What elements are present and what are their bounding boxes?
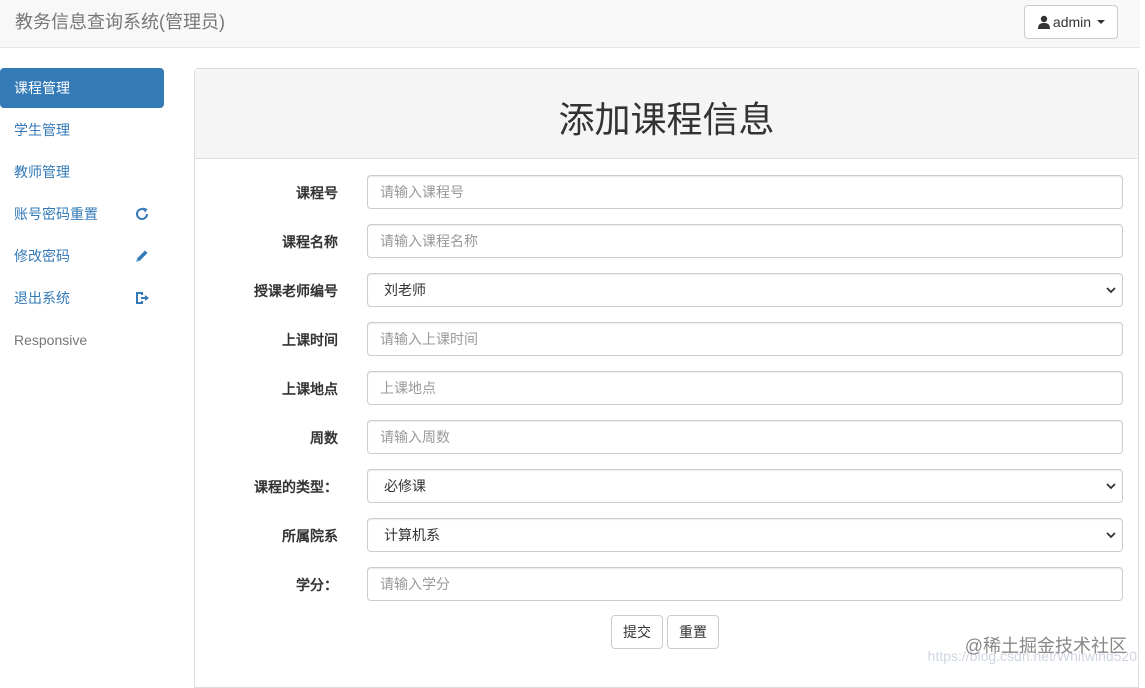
course-id-label: 课程号: [296, 185, 338, 201]
caret-down-icon: [1097, 20, 1106, 24]
form-row-class-location: 上课地点: [195, 371, 1140, 405]
sidebar-item-label: 账号密码重置: [14, 206, 98, 222]
sidebar-item-logout[interactable]: 退出系统: [0, 278, 164, 318]
credits-input[interactable]: [367, 567, 1123, 601]
class-location-label: 上课地点: [282, 381, 338, 397]
refresh-icon: [136, 207, 149, 220]
weeks-input[interactable]: [367, 420, 1123, 454]
sidebar-item-responsive[interactable]: Responsive: [0, 320, 164, 360]
chevron-down-icon: [1106, 483, 1116, 490]
sidebar-item-label: 退出系统: [14, 290, 70, 306]
sidebar-item-password-reset[interactable]: 账号密码重置: [0, 194, 164, 234]
user-icon: [1037, 15, 1050, 29]
sidebar-item-label: Responsive: [14, 332, 88, 348]
sidebar-item-change-password[interactable]: 修改密码: [0, 236, 164, 276]
sidebar-item-label: 学生管理: [14, 122, 70, 138]
department-select[interactable]: 计算机系: [367, 518, 1123, 552]
logout-icon: [136, 292, 149, 304]
class-location-input[interactable]: [367, 371, 1123, 405]
teacher-select[interactable]: 刘老师: [367, 273, 1123, 307]
form-row-course-type: 课程的类型： 必修课: [195, 469, 1140, 503]
sidebar-item-label: 修改密码: [14, 248, 70, 264]
app-title[interactable]: 教务信息查询系统(管理员): [15, 11, 225, 33]
form-row-credits: 学分：: [195, 567, 1140, 601]
course-type-select-value: 必修课: [384, 478, 426, 494]
sidebar-nav: 课程管理 学生管理 教师管理 账号密码重置 修改密码 退出系统 Responsi…: [0, 68, 164, 362]
department-label: 所属院系: [282, 528, 338, 544]
user-menu-label: admin: [1052, 14, 1092, 30]
teacher-id-label: 授课老师编号: [254, 283, 338, 299]
form-row-class-time: 上课时间: [195, 322, 1140, 356]
user-menu-button[interactable]: admin: [1024, 5, 1118, 39]
sidebar-item-label: 课程管理: [14, 80, 70, 96]
course-name-label: 课程名称: [282, 234, 338, 250]
watermark-text: @稀土掘金技术社区: [964, 636, 1127, 656]
panel-heading: 添加课程信息: [195, 69, 1138, 159]
form-row-department: 所属院系 计算机系: [195, 518, 1140, 552]
course-type-select[interactable]: 必修课: [367, 469, 1123, 503]
course-name-input[interactable]: [367, 224, 1123, 258]
class-time-input[interactable]: [367, 322, 1123, 356]
reset-button[interactable]: 重置: [667, 615, 719, 649]
form-actions: 提交 重置: [611, 615, 719, 649]
weeks-label: 周数: [310, 430, 338, 446]
form-row-weeks: 周数: [195, 420, 1140, 454]
chevron-down-icon: [1106, 287, 1116, 294]
submit-button[interactable]: 提交: [611, 615, 663, 649]
course-type-label: 课程的类型：: [254, 479, 338, 495]
form-row-course-id: 课程号: [195, 175, 1140, 209]
class-time-label: 上课时间: [282, 332, 338, 348]
top-navbar: 教务信息查询系统(管理员) admin: [0, 0, 1140, 48]
teacher-select-value: 刘老师: [384, 282, 426, 298]
chevron-down-icon: [1106, 532, 1116, 539]
form-row-teacher-id: 授课老师编号 刘老师: [195, 273, 1140, 307]
page-title: 添加课程信息: [558, 98, 775, 140]
course-id-input[interactable]: [367, 175, 1123, 209]
sidebar-item-student-management[interactable]: 学生管理: [0, 110, 164, 150]
department-select-value: 计算机系: [384, 527, 440, 543]
sidebar-item-teacher-management[interactable]: 教师管理: [0, 152, 164, 192]
pencil-icon: [136, 250, 148, 262]
sidebar-item-label: 教师管理: [14, 164, 70, 180]
sidebar-item-course-management[interactable]: 课程管理: [0, 68, 164, 108]
credits-label: 学分：: [296, 577, 338, 593]
form-row-course-name: 课程名称: [195, 224, 1140, 258]
add-course-panel: 添加课程信息 课程号 课程名称 授课老师编号 刘老师 上课时间 上课地点 周数: [194, 68, 1139, 688]
